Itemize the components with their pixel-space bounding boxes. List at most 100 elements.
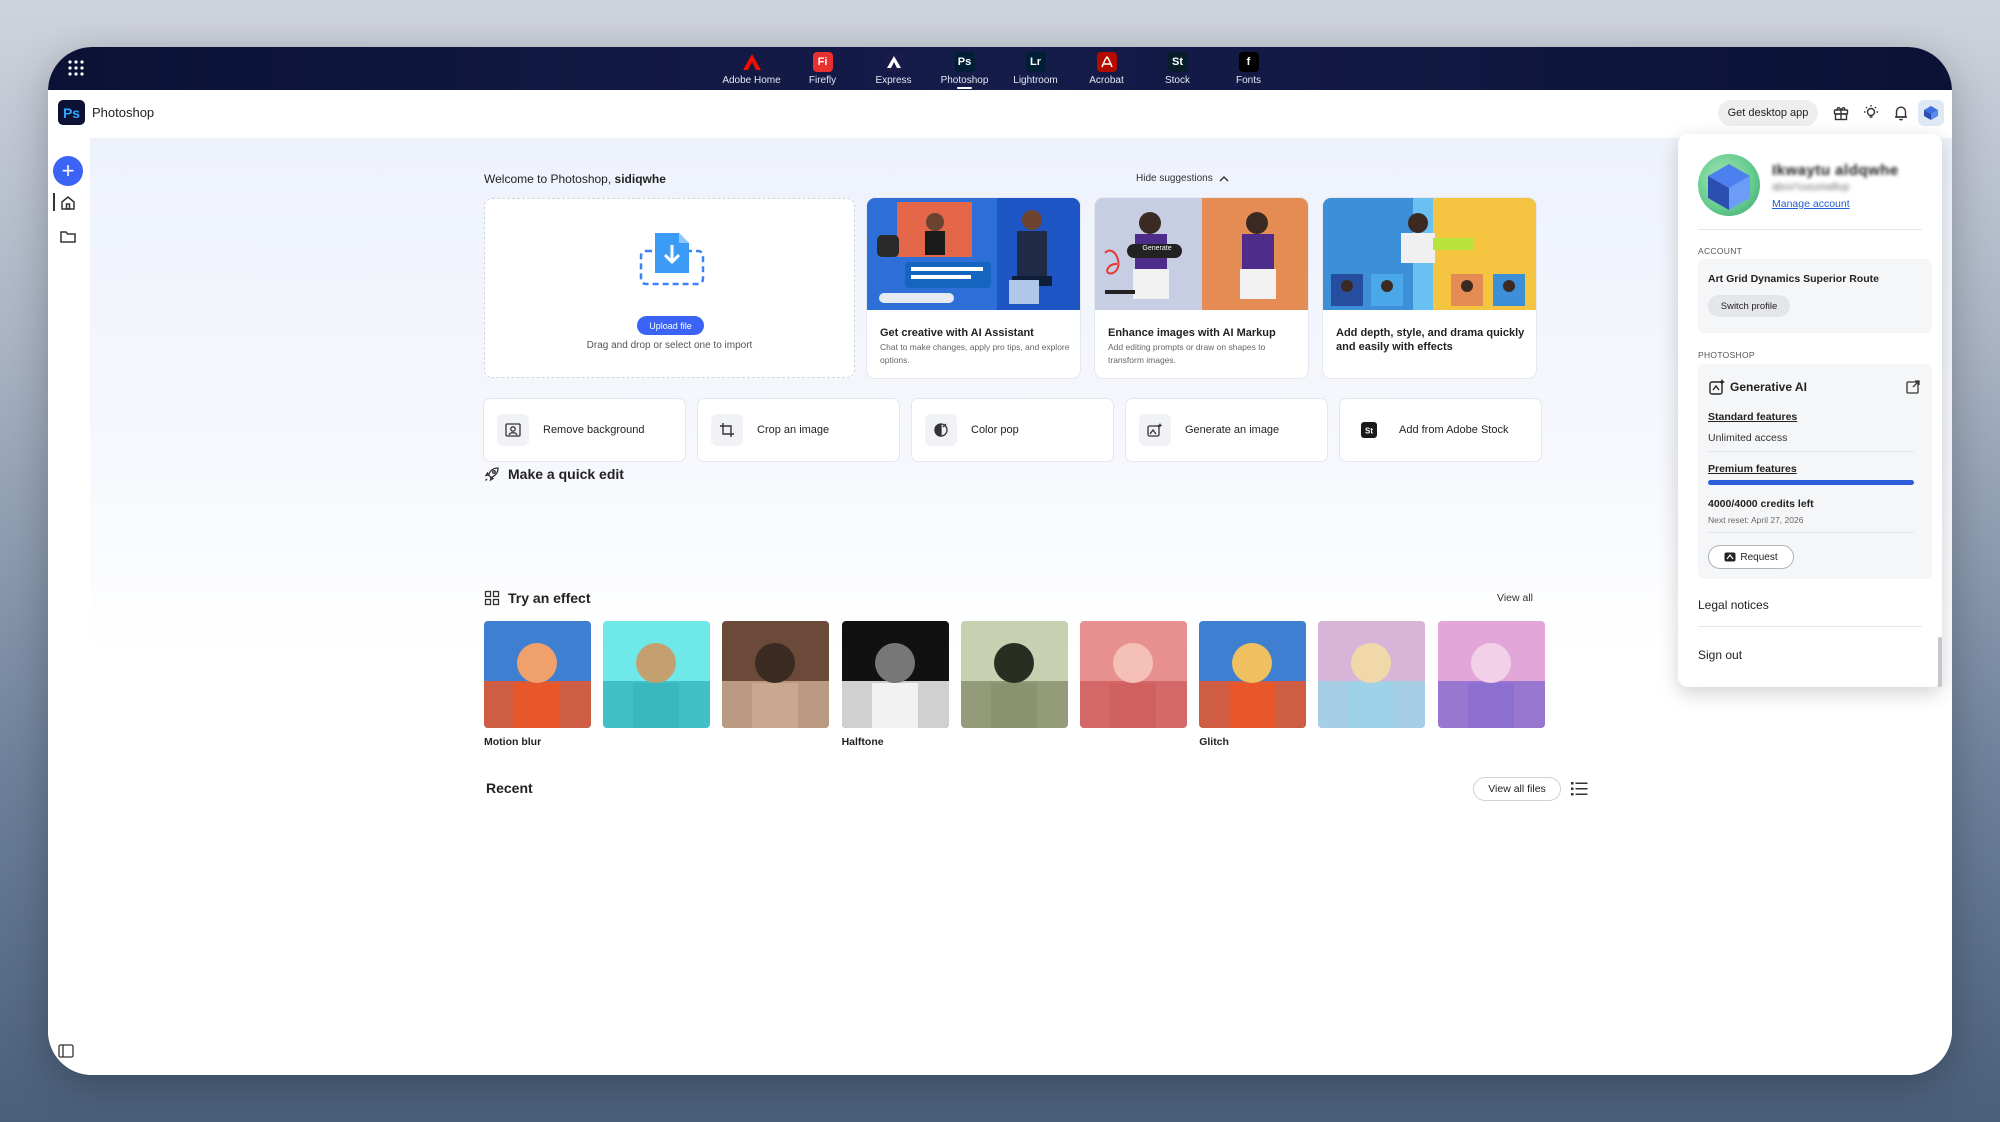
divider bbox=[1698, 229, 1922, 230]
app-switcher-icon[interactable] bbox=[66, 58, 86, 78]
lightbulb-icon[interactable] bbox=[1862, 104, 1880, 122]
avatar-cube-icon bbox=[1708, 164, 1750, 210]
effects-section: Try an effect bbox=[484, 590, 590, 606]
app-adobe-home[interactable]: Adobe Home bbox=[716, 49, 787, 89]
svg-text:St: St bbox=[1365, 427, 1373, 436]
app-firefly[interactable]: Fi Firefly bbox=[787, 49, 858, 89]
app-label: Stock bbox=[1164, 75, 1190, 86]
folder-icon[interactable] bbox=[58, 227, 78, 247]
manage-account-link[interactable]: Manage account bbox=[1772, 198, 1850, 210]
effect-label: Halftone bbox=[841, 736, 884, 748]
photoshop-logo[interactable]: Ps bbox=[58, 100, 85, 125]
quick-edit-crop-an-image[interactable]: Crop an image bbox=[698, 399, 899, 461]
create-new-button[interactable]: + bbox=[53, 156, 83, 186]
adobe-stock-icon: St bbox=[1353, 414, 1385, 446]
effect-thumbnail[interactable] bbox=[603, 621, 711, 728]
effect-thumbnail[interactable] bbox=[722, 621, 830, 728]
app-photoshop[interactable]: Ps Photoshop bbox=[929, 49, 1000, 89]
effect-preview-image bbox=[1080, 621, 1187, 728]
upload-file-icon bbox=[639, 233, 705, 286]
request-label: Request bbox=[1740, 551, 1778, 563]
sign-out-link[interactable]: Sign out bbox=[1698, 648, 1742, 662]
suggestion-card-ai-assistant[interactable]: Get creative with AI Assistant Chat to m… bbox=[867, 198, 1080, 378]
lightroom-icon: Lr bbox=[1025, 52, 1046, 72]
premium-features-link[interactable]: Premium features bbox=[1708, 463, 1797, 475]
upload-hint: Drag and drop or select one to import bbox=[586, 340, 753, 351]
crop-icon bbox=[711, 414, 743, 446]
effect-thumbnail[interactable] bbox=[484, 621, 591, 728]
active-indicator bbox=[53, 193, 55, 211]
quick-edit-label: Generate an image bbox=[1185, 424, 1280, 436]
quick-edit-generate-an-image[interactable]: Generate an image bbox=[1126, 399, 1327, 461]
app-express[interactable]: Express bbox=[858, 49, 929, 89]
app-stock[interactable]: St Stock bbox=[1142, 49, 1213, 89]
app-label: Lightroom bbox=[1013, 75, 1058, 86]
panel-toggle-icon[interactable] bbox=[58, 1044, 74, 1058]
welcome-prefix: Welcome to Photoshop, bbox=[484, 172, 615, 186]
account-name: Ikwaytu aldqwhe bbox=[1772, 162, 1899, 179]
next-reset: Next reset: April 27, 2026 bbox=[1708, 515, 1804, 525]
app-list: Adobe Home Fi Firefly Express Ps Photoshop Lr L… bbox=[716, 49, 1284, 89]
quick-edit-title: Make a quick edit bbox=[508, 466, 624, 482]
express-icon bbox=[883, 52, 904, 72]
app-acrobat[interactable]: Acrobat bbox=[1071, 49, 1142, 89]
suggestion-card-ai-markup[interactable]: Generate Enhance images with AI Markup A… bbox=[1095, 198, 1308, 378]
generate-badge: Generate bbox=[1142, 245, 1172, 252]
account-popover: Ikwaytu aldqwhe abco*cusumaftup Manage a… bbox=[1678, 134, 1942, 687]
request-button[interactable]: Request bbox=[1708, 545, 1794, 569]
suggestion-card-effects[interactable]: Add depth, style, and drama quickly and … bbox=[1323, 198, 1536, 378]
profile-avatar-icon bbox=[1924, 106, 1938, 120]
firefly-icon: Fi bbox=[812, 52, 833, 72]
legal-notices-link[interactable]: Legal notices bbox=[1698, 598, 1769, 612]
account-avatar bbox=[1698, 154, 1760, 216]
app-name: Photoshop bbox=[92, 105, 155, 120]
effect-thumbnail[interactable] bbox=[1199, 621, 1307, 728]
hide-suggestions-label: Hide suggestions bbox=[1136, 173, 1213, 184]
effect-thumbnail[interactable] bbox=[1318, 621, 1426, 728]
list-view-icon[interactable] bbox=[1571, 781, 1588, 797]
gift-icon[interactable] bbox=[1832, 104, 1850, 122]
bell-icon[interactable] bbox=[1892, 104, 1910, 122]
ai-markup-image bbox=[1095, 198, 1308, 310]
effect-preview-image bbox=[484, 621, 591, 728]
photoshop-icon: Ps bbox=[954, 52, 975, 72]
browser-window: Adobe Home Fi Firefly Express Ps Photoshop Lr L… bbox=[48, 47, 1952, 1075]
recent-title: Recent bbox=[486, 780, 533, 796]
home-icon[interactable] bbox=[58, 193, 78, 213]
effect-thumbnail[interactable] bbox=[841, 621, 949, 728]
quick-edit-add-from-adobe-stock[interactable]: St Add from Adobe Stock bbox=[1340, 399, 1541, 461]
view-all-effects-link[interactable]: View all bbox=[1497, 592, 1533, 604]
standard-features-link[interactable]: Standard features bbox=[1708, 411, 1797, 423]
credits-left: 4000/4000 credits left bbox=[1708, 498, 1814, 510]
upload-file-button[interactable]: Upload file bbox=[637, 316, 704, 335]
hide-suggestions-button[interactable]: Hide suggestions bbox=[1136, 173, 1229, 184]
quick-edit-label: Remove background bbox=[543, 424, 645, 436]
scrollbar[interactable] bbox=[1938, 637, 1942, 687]
get-desktop-app-button[interactable]: Get desktop app bbox=[1718, 100, 1818, 126]
credits-progress-bar bbox=[1708, 480, 1914, 485]
fonts-icon: f bbox=[1238, 52, 1259, 72]
profile-avatar-button[interactable] bbox=[1918, 100, 1944, 126]
quick-edit-label: Add from Adobe Stock bbox=[1399, 424, 1509, 436]
quick-edit-color-pop[interactable]: Color pop bbox=[912, 399, 1113, 461]
app-lightroom[interactable]: Lr Lightroom bbox=[1000, 49, 1071, 89]
suggestion-desc: Chat to make changes, apply pro tips, an… bbox=[880, 342, 1070, 365]
welcome-username: sidiqwhe bbox=[614, 172, 666, 186]
external-link-icon[interactable] bbox=[1905, 379, 1921, 395]
divider bbox=[1708, 532, 1914, 533]
view-all-files-button[interactable]: View all files bbox=[1473, 777, 1561, 801]
effect-preview-image bbox=[603, 621, 711, 728]
switch-profile-button[interactable]: Switch profile bbox=[1708, 295, 1790, 317]
effect-thumbnail[interactable] bbox=[1437, 621, 1545, 728]
credits-progress-fill bbox=[1708, 480, 1914, 485]
app-fonts[interactable]: f Fonts bbox=[1213, 49, 1284, 89]
effect-label: Motion blur bbox=[484, 736, 542, 748]
effect-thumbnail[interactable] bbox=[1080, 621, 1187, 728]
account-profile-name: Art Grid Dynamics Superior Route bbox=[1708, 273, 1879, 285]
account-email: abco*cusumaftup bbox=[1772, 182, 1850, 193]
effect-thumbnail[interactable] bbox=[960, 621, 1068, 728]
header: Ps Photoshop Get desktop app bbox=[48, 90, 1952, 138]
upload-dropzone[interactable]: Upload file Drag and drop or select one … bbox=[484, 198, 855, 378]
effect-preview-image bbox=[1437, 621, 1545, 728]
quick-edit-remove-background[interactable]: Remove background bbox=[484, 399, 685, 461]
